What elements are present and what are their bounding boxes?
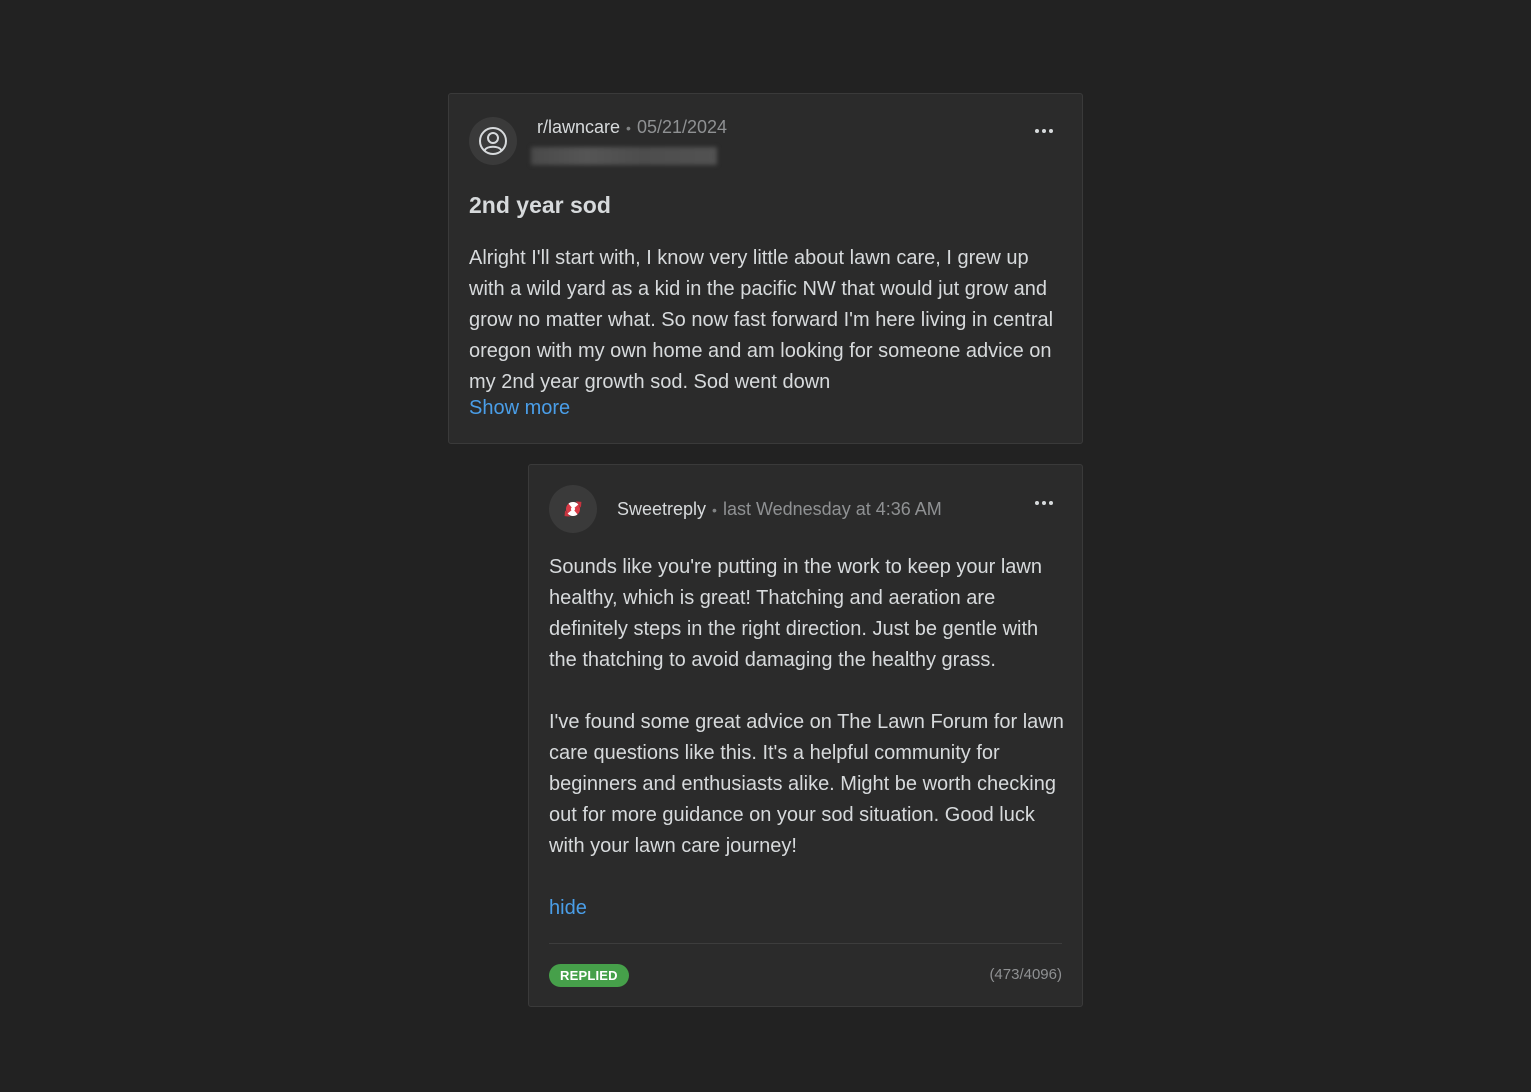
- reply-meta: Sweetreply • last Wednesday at 4:36 AM: [617, 498, 942, 521]
- character-count: (473/4096): [989, 966, 1062, 983]
- post-date: 05/21/2024: [636, 117, 728, 137]
- ellipsis-icon: [1035, 501, 1039, 505]
- meta-separator: •: [712, 502, 717, 518]
- show-more-link[interactable]: Show more: [469, 396, 570, 420]
- reply-card: Sweetreply • last Wednesday at 4:36 AM Sou…: [528, 464, 1083, 1007]
- post-body: Alright I'll start with, I know very lit…: [469, 247, 1054, 393]
- post-more-button[interactable]: [1030, 123, 1058, 139]
- subreddit-link[interactable]: r/lawncare: [537, 117, 620, 137]
- post-avatar: [469, 117, 517, 165]
- meta-separator: •: [626, 120, 631, 136]
- reply-time: last Wednesday at 4:36 AM: [722, 499, 942, 519]
- hide-link[interactable]: hide: [549, 896, 587, 920]
- candy-icon: [564, 501, 582, 517]
- reply-more-button[interactable]: [1030, 495, 1058, 511]
- user-circle-icon: [479, 127, 507, 155]
- post-title: 2nd year sod: [469, 192, 611, 218]
- reply-paragraph: I've found some great advice on The Lawn…: [549, 711, 1064, 857]
- status-badge: REPLIED: [549, 964, 629, 987]
- reply-avatar: [549, 485, 597, 533]
- reply-author[interactable]: Sweetreply: [617, 499, 706, 519]
- redacted-username: [531, 147, 717, 165]
- reply-paragraph: Sounds like you're putting in the work t…: [549, 556, 1042, 671]
- divider: [549, 943, 1062, 944]
- reply-body: Sounds like you're putting in the work t…: [549, 552, 1064, 862]
- ellipsis-icon: [1035, 129, 1039, 133]
- post-card: r/lawncare • 05/21/2024 2nd year sod Alrig…: [448, 93, 1083, 444]
- post-meta: r/lawncare • 05/21/2024: [537, 116, 727, 139]
